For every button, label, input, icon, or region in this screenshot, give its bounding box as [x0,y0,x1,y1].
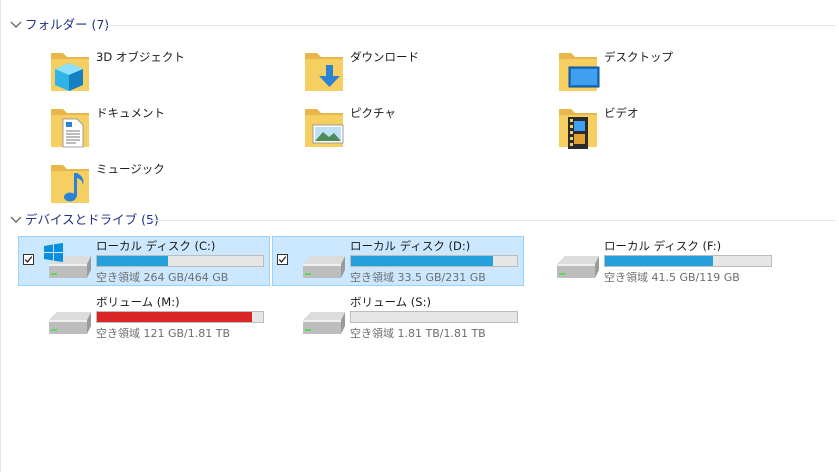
drive-usage-fill [351,256,493,266]
documents-icon [51,109,89,148]
pictures-icon [305,109,344,147]
folder-downloads[interactable]: ダウンロード [303,47,553,97]
drive-usage-fill [97,312,253,322]
chevron-down-icon[interactable] [10,215,22,225]
group-divider [150,220,836,221]
chevron-down-icon[interactable] [10,20,22,30]
checkmark-icon [278,256,287,263]
folder-label: ピクチャ [350,106,396,120]
group-title-folders: フォルダー (7) [25,17,110,32]
hard-drive-icon [303,256,345,278]
checkmark-icon [24,256,33,263]
drive-usage-bar [350,255,518,267]
drive-free-space: 空き領域 121 GB/1.81 TB [96,327,231,340]
drive-f[interactable]: ローカル ディスク (F:) 空き領域 41.5 GB/119 GB [526,236,778,286]
window-left-edge [0,0,1,472]
drive-free-space: 空き領域 1.81 TB/1.81 TB [350,327,486,340]
drive-label: ボリューム (S:) [350,295,431,309]
drive-m[interactable]: ボリューム (M:) 空き領域 121 GB/1.81 TB [18,292,270,342]
drive-d[interactable]: ローカル ディスク (D:) 空き領域 33.5 GB/231 GB [272,236,524,286]
drive-label: ローカル ディスク (C:) [96,239,216,253]
windows-logo [44,243,63,262]
drive-usage-bar [96,311,264,323]
drive-free-space: 空き領域 41.5 GB/119 GB [604,271,740,284]
folder-label: ビデオ [604,106,639,120]
drive-usage-bar [604,255,772,267]
folder-label: ミュージック [96,162,165,176]
drive-label: ローカル ディスク (F:) [604,239,722,253]
drive-usage-fill [605,256,713,266]
3d-objects-icon [51,53,89,91]
folder-label: ダウンロード [350,50,419,64]
downloads-icon [305,53,343,91]
group-header-folders[interactable]: フォルダー (7) [8,17,836,33]
music-icon [51,165,89,203]
selection-checkbox[interactable] [23,254,34,265]
drive-usage-fill [97,256,169,266]
desktop-icon [559,53,600,91]
drive-c[interactable]: ローカル ディスク (C:) 空き領域 264 GB/464 GB [18,236,270,286]
drive-s[interactable]: ボリューム (S:) 空き領域 1.81 TB/1.81 TB [272,292,524,342]
hard-drive-icon [557,256,599,278]
drive-free-space: 空き領域 33.5 GB/231 GB [350,271,486,284]
folder-label: デスクトップ [604,50,673,64]
drive-usage-bar [350,311,518,323]
drive-free-space: 空き領域 264 GB/464 GB [96,271,229,284]
folder-label: 3D オブジェクト [96,50,185,64]
drive-label: ボリューム (M:) [96,295,180,309]
folder-music[interactable]: ミュージック [49,159,299,209]
hard-drive-windows-icon [44,243,91,278]
selection-checkbox[interactable] [277,254,288,265]
folder-3d-objects[interactable]: 3D オブジェクト [49,47,299,97]
hard-drive-icon [303,312,345,334]
folder-documents[interactable]: ドキュメント [49,103,299,153]
folder-label: ドキュメント [96,106,165,120]
folder-desktop[interactable]: デスクトップ [557,47,807,97]
folder-videos[interactable]: ビデオ [557,103,807,153]
folder-pictures[interactable]: ピクチャ [303,103,553,153]
group-divider [103,25,836,26]
drive-label: ローカル ディスク (D:) [350,239,471,253]
drive-usage-bar [96,255,264,267]
hard-drive-icon [49,312,91,334]
videos-icon [559,109,597,149]
group-header-devices[interactable]: デバイスとドライブ (5) [8,212,836,228]
group-title-devices: デバイスとドライブ (5) [25,212,159,227]
